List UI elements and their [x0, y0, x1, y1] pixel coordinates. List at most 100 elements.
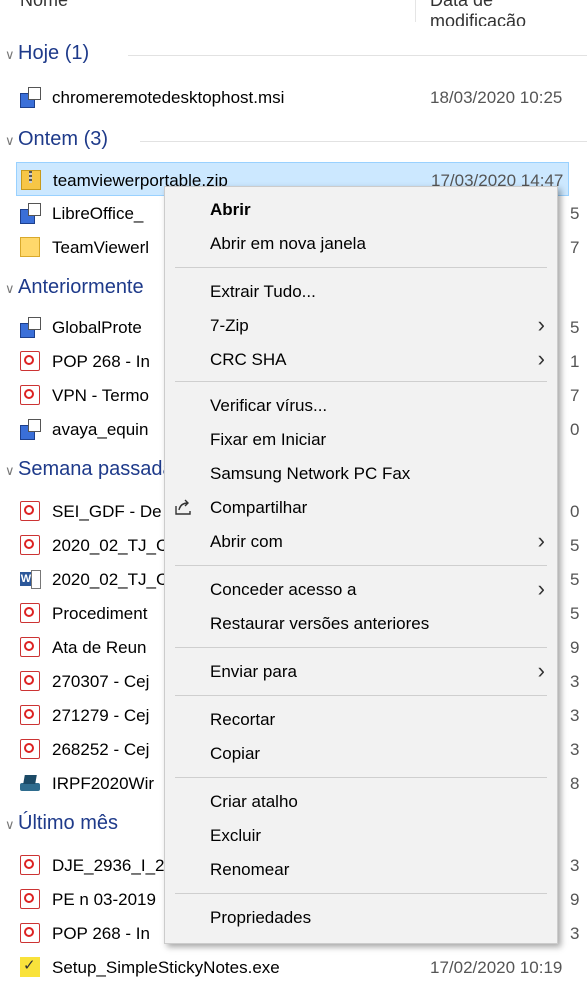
menu-item-recortar[interactable]: Recortar [165, 703, 557, 737]
menu-separator [175, 695, 547, 696]
menu-item-label: Restaurar versões anteriores [210, 614, 430, 633]
file-date: 5 [570, 318, 580, 337]
menu-item-crc-sha[interactable]: CRC SHA › [165, 343, 557, 377]
menu-item-enviar-para[interactable]: Enviar para › [165, 655, 557, 689]
file-name: avaya_equin [52, 420, 149, 439]
file-row[interactable]: chromeremotedesktophost.msi 18/03/2020 1… [0, 80, 587, 114]
menu-item-label: Recortar [210, 710, 276, 729]
pdf-icon [20, 889, 40, 909]
menu-item-label: Fixar em Iniciar [210, 430, 327, 449]
menu-item-fixar-iniciar[interactable]: Fixar em Iniciar [165, 423, 557, 457]
file-date: 7 [570, 238, 580, 257]
menu-item-compartilhar[interactable]: Compartilhar [165, 491, 557, 525]
msi-icon [20, 317, 41, 338]
menu-item-conceder-acesso[interactable]: Conceder acesso a › [165, 573, 557, 607]
menu-item-abrir-nova-janela[interactable]: Abrir em nova janela [165, 227, 557, 261]
file-date: 9 [570, 890, 580, 909]
menu-item-abrir-com[interactable]: Abrir com › [165, 525, 557, 559]
pdf-icon [20, 923, 40, 943]
menu-separator [175, 647, 547, 648]
menu-separator [175, 381, 547, 382]
menu-item-restaurar-versoes[interactable]: Restaurar versões anteriores [165, 607, 557, 641]
share-icon [175, 499, 191, 515]
chevron-right-icon: › [537, 658, 545, 683]
file-name: POP 268 - In [52, 352, 150, 371]
file-date: 0 [570, 420, 580, 439]
menu-item-label: Abrir com [210, 532, 283, 551]
pdf-icon [20, 739, 40, 759]
file-date: 17/02/2020 10:19 [430, 958, 563, 977]
column-date-header[interactable]: Data de modificação [430, 0, 587, 26]
column-header: Nome Data de modificação [0, 0, 587, 26]
menu-item-renomear[interactable]: Renomear [165, 853, 557, 887]
group-title: Semana passada [18, 458, 174, 480]
chevron-collapse-icon: ∨ [5, 817, 15, 832]
sticky-notes-icon [20, 956, 40, 977]
column-name-header[interactable]: Nome [20, 0, 68, 11]
file-date: 8 [570, 774, 580, 793]
group-divider [128, 55, 587, 56]
file-date: 1 [570, 352, 580, 371]
file-date: 18/03/2020 10:25 [430, 88, 563, 107]
file-name: PE n 03-2019 [52, 890, 156, 909]
menu-item-label: Copiar [210, 744, 261, 763]
menu-separator [175, 565, 547, 566]
file-date: 5 [570, 570, 580, 589]
context-menu: Abrir Abrir em nova janela Extrair Tudo.… [164, 186, 558, 944]
pdf-icon [20, 535, 40, 555]
pdf-icon [20, 705, 40, 725]
menu-separator [175, 893, 547, 894]
menu-item-label: Conceder acesso a [210, 580, 357, 599]
file-date: 0 [570, 502, 580, 521]
file-date: 9 [570, 638, 580, 657]
menu-item-7zip[interactable]: 7-Zip › [165, 309, 557, 343]
msi-icon [20, 87, 41, 108]
pdf-icon [20, 671, 40, 691]
word-icon [20, 569, 41, 589]
group-header-ontem[interactable]: ∨ Ontem (3) [0, 124, 587, 158]
file-name: VPN - Termo [52, 386, 149, 405]
menu-separator [175, 777, 547, 778]
menu-item-criar-atalho[interactable]: Criar atalho [165, 785, 557, 819]
file-name: 268252 - Cej [52, 740, 150, 759]
irpf-icon [20, 773, 40, 793]
file-date: 7 [570, 386, 580, 405]
chevron-collapse-icon: ∨ [5, 281, 15, 296]
group-divider [140, 141, 587, 142]
menu-item-verificar-virus[interactable]: Verificar vírus... [165, 389, 557, 423]
group-header-hoje[interactable]: ∨ Hoje (1) [0, 38, 587, 72]
file-date: 3 [570, 706, 580, 725]
pdf-icon [20, 637, 40, 657]
chevron-right-icon: › [537, 528, 545, 553]
file-name: Procediment [52, 604, 148, 623]
pdf-icon [20, 385, 40, 405]
chevron-collapse-icon: ∨ [5, 47, 15, 62]
menu-item-extrair-tudo[interactable]: Extrair Tudo... [165, 275, 557, 309]
menu-item-excluir[interactable]: Excluir [165, 819, 557, 853]
msi-icon [20, 203, 41, 224]
menu-item-label: Propriedades [210, 908, 312, 927]
group-title: Último mês [18, 812, 119, 834]
chevron-right-icon: › [537, 576, 545, 601]
menu-item-label: Excluir [210, 826, 262, 845]
file-name: IRPF2020Wir [52, 774, 155, 793]
msi-icon [20, 419, 41, 440]
menu-item-abrir[interactable]: Abrir [165, 193, 557, 227]
file-date: 5 [570, 204, 580, 223]
file-name: 2020_02_TJ_C [52, 570, 169, 589]
chevron-collapse-icon: ∨ [5, 463, 15, 478]
column-divider[interactable] [415, 0, 416, 22]
file-row[interactable]: Setup_SimpleStickyNotes.exe 17/02/2020 1… [0, 950, 587, 984]
menu-item-label: Enviar para [210, 662, 297, 681]
menu-item-label: Samsung Network PC Fax [210, 464, 411, 483]
chevron-collapse-icon: ∨ [5, 133, 15, 148]
menu-item-samsung-fax[interactable]: Samsung Network PC Fax [165, 457, 557, 491]
menu-item-propriedades[interactable]: Propriedades [165, 901, 557, 935]
menu-item-copiar[interactable]: Copiar [165, 737, 557, 771]
group-title: Ontem (3) [18, 128, 109, 150]
file-name: TeamViewerl [52, 238, 150, 257]
file-date: 3 [570, 924, 580, 943]
pdf-icon [20, 351, 40, 371]
chevron-right-icon: › [537, 312, 545, 337]
pdf-icon [20, 855, 40, 875]
